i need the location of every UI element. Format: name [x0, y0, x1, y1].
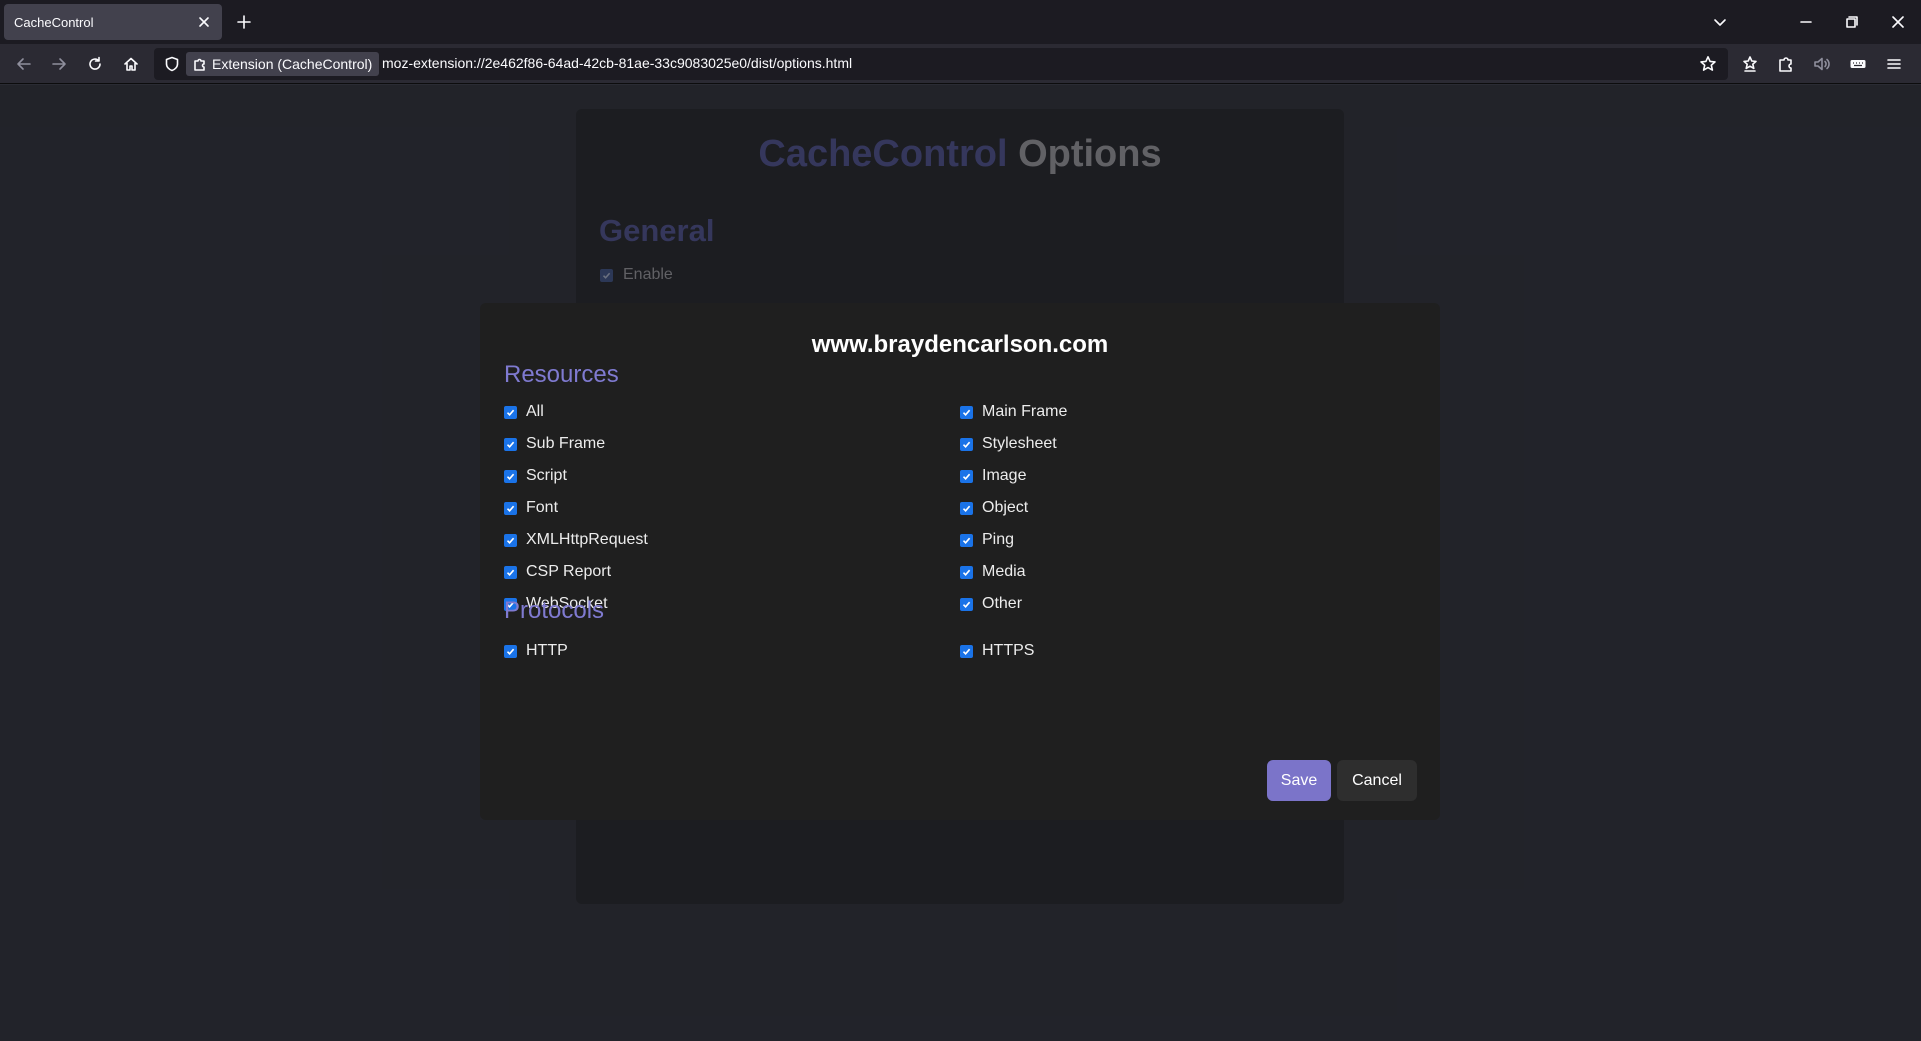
checkbox-label: XMLHttpRequest — [526, 531, 648, 548]
forward-button[interactable] — [47, 52, 71, 76]
checkbox-label: HTTPS — [982, 642, 1035, 659]
page-viewport: CacheControl Options General Enable www.… — [0, 85, 1921, 1041]
checkmark-icon — [962, 473, 971, 480]
protocols-heading: Protocols — [504, 597, 605, 624]
checkmark-icon — [506, 473, 515, 480]
window-controls — [1783, 0, 1921, 44]
checkbox-label: Other — [982, 595, 1023, 612]
checkbox-option-ping[interactable]: Ping — [960, 531, 1014, 549]
checkbox-option-script[interactable]: Script — [504, 467, 567, 485]
identity-label: Extension (CacheControl) — [212, 56, 373, 72]
checkmark-icon — [962, 601, 971, 608]
checkbox[interactable] — [960, 405, 973, 419]
checkbox-option-http[interactable]: HTTP — [504, 642, 568, 660]
checkbox[interactable] — [960, 565, 973, 579]
checkbox-option-main-frame[interactable]: Main Frame — [960, 403, 1067, 421]
list-all-tabs-button[interactable] — [1708, 10, 1732, 34]
bookmarks-icon[interactable] — [1738, 52, 1762, 76]
checkbox-option-font[interactable]: Font — [504, 499, 558, 517]
checkbox[interactable] — [504, 437, 517, 451]
checkbox[interactable] — [504, 533, 517, 547]
checkmark-icon — [962, 409, 971, 416]
checkbox[interactable] — [960, 644, 973, 658]
checkbox-option-sub-frame[interactable]: Sub Frame — [504, 435, 605, 453]
home-button[interactable] — [119, 52, 143, 76]
checkbox-option-all[interactable]: All — [504, 403, 544, 421]
checkmark-icon — [506, 569, 515, 576]
checkbox-option-https[interactable]: HTTPS — [960, 642, 1034, 660]
checkbox[interactable] — [504, 405, 517, 419]
checkbox-option-xmlhttprequest[interactable]: XMLHttpRequest — [504, 531, 648, 549]
toolbar-icons — [1738, 52, 1906, 76]
restore-button[interactable] — [1829, 0, 1875, 44]
checkbox-label: Ping — [982, 531, 1015, 548]
checkbox-label: Object — [982, 499, 1029, 516]
new-tab-button[interactable] — [232, 10, 256, 34]
close-window-button[interactable] — [1875, 0, 1921, 44]
close-tab-icon[interactable] — [196, 14, 212, 30]
cancel-button[interactable]: Cancel — [1337, 760, 1417, 801]
puzzle-piece-icon — [193, 57, 207, 71]
extensions-icon[interactable] — [1774, 52, 1798, 76]
checkbox-option-other[interactable]: Other — [960, 595, 1022, 613]
checkbox-label: All — [526, 403, 544, 420]
back-button[interactable] — [12, 52, 36, 76]
checkbox-label: Media — [982, 563, 1026, 580]
checkbox-label: Sub Frame — [526, 435, 606, 452]
checkmark-icon — [962, 505, 971, 512]
site-settings-modal: www.braydencarlson.com Resources All Sub … — [480, 303, 1440, 820]
checkbox-label: Image — [982, 467, 1027, 484]
tab-title: CacheControl — [14, 14, 94, 30]
bookmark-star-icon[interactable] — [1696, 52, 1720, 76]
tab-strip: CacheControl — [0, 0, 1921, 44]
site-identity[interactable]: Extension (CacheControl) — [186, 52, 380, 76]
tab-cachecontrol[interactable]: CacheControl — [4, 4, 222, 40]
navigation-toolbar: Extension (CacheControl) moz-extension:/… — [0, 44, 1921, 84]
url-text[interactable]: moz-extension://2e462f86-64ad-42cb-81ae-… — [382, 55, 852, 71]
checkbox-label: Stylesheet — [982, 435, 1057, 452]
checkbox-option-media[interactable]: Media — [960, 563, 1026, 581]
speaker-icon[interactable] — [1810, 52, 1834, 76]
checkbox[interactable] — [504, 501, 517, 515]
checkbox-label: HTTP — [526, 642, 568, 659]
checkbox[interactable] — [504, 469, 517, 483]
reload-button[interactable] — [83, 52, 107, 76]
checkbox[interactable] — [504, 565, 517, 579]
checkbox-label: CSP Report — [526, 563, 612, 580]
checkbox[interactable] — [960, 501, 973, 515]
checkbox-option-image[interactable]: Image — [960, 467, 1026, 485]
resources-heading: Resources — [504, 361, 619, 388]
keyboard-icon[interactable] — [1846, 52, 1870, 76]
checkbox-option-stylesheet[interactable]: Stylesheet — [960, 435, 1057, 453]
checkmark-icon — [506, 409, 515, 416]
shield-icon[interactable] — [160, 52, 184, 76]
checkbox[interactable] — [960, 597, 973, 611]
checkbox-option-object[interactable]: Object — [960, 499, 1028, 517]
modal-site-title: www.braydencarlson.com — [811, 331, 1109, 358]
url-bar[interactable]: Extension (CacheControl) moz-extension:/… — [154, 48, 1728, 80]
checkbox-option-csp-report[interactable]: CSP Report — [504, 563, 611, 581]
checkmark-icon — [506, 537, 515, 544]
checkbox-label: Font — [526, 499, 559, 516]
checkbox-label: Script — [526, 467, 567, 484]
checkbox[interactable] — [960, 533, 973, 547]
checkbox-label: Main Frame — [982, 403, 1068, 420]
minimize-button[interactable] — [1783, 0, 1829, 44]
checkmark-icon — [506, 648, 515, 655]
checkmark-icon — [506, 441, 515, 448]
checkmark-icon — [506, 505, 515, 512]
menu-icon[interactable] — [1882, 52, 1906, 76]
checkmark-icon — [962, 441, 971, 448]
checkbox[interactable] — [960, 469, 973, 483]
checkmark-icon — [962, 648, 971, 655]
checkmark-icon — [962, 569, 971, 576]
checkmark-icon — [962, 537, 971, 544]
save-button[interactable]: Save — [1267, 760, 1331, 801]
checkbox[interactable] — [960, 437, 973, 451]
checkbox[interactable] — [504, 644, 517, 658]
